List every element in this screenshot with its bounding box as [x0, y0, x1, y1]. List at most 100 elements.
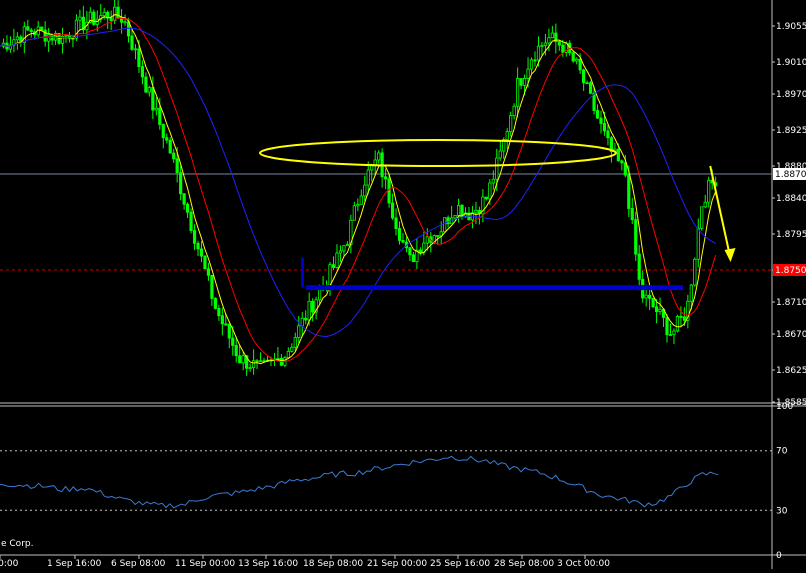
candle-body [630, 208, 634, 221]
candle-body [231, 337, 235, 346]
price-tick-label: 1.8970 [776, 90, 806, 100]
candle-body [557, 41, 561, 46]
time-tick-label: 13 Sep 16:00 [238, 559, 298, 569]
candle-body [130, 35, 134, 50]
candle-body [168, 139, 172, 154]
price-tick-label: 1.9010 [776, 58, 806, 68]
candle-body [238, 355, 242, 364]
candle-body [290, 346, 294, 352]
candle-body [602, 123, 607, 132]
candle-body [227, 323, 231, 339]
candle-body [185, 203, 190, 213]
candle-body [495, 157, 499, 180]
candle-body [696, 227, 700, 260]
candle-body [137, 48, 141, 68]
candle-body [161, 124, 165, 139]
candle-body [620, 160, 624, 164]
chart-background [0, 0, 806, 569]
candle-body [363, 184, 367, 197]
candle-body [390, 202, 395, 219]
time-tick-label: 11 Sep 00:00 [175, 559, 235, 569]
candle-body [693, 258, 697, 286]
candle-body [526, 68, 530, 79]
candle-body [547, 37, 551, 44]
candle-body [286, 350, 290, 359]
candle-body [456, 205, 461, 216]
candle-body [78, 16, 82, 21]
candle-body [394, 217, 398, 229]
candle-body [644, 294, 648, 299]
time-tick-label: 25 Sep 16:00 [430, 559, 490, 569]
candle-body [509, 115, 513, 133]
oscillator-tick-label: 0 [776, 551, 782, 561]
candle-body [578, 58, 582, 71]
candle-body [92, 11, 96, 25]
candle-body [443, 217, 447, 233]
candle-body [318, 289, 322, 301]
candle-body [516, 78, 520, 107]
time-tick-label: 18 Sep 08:00 [303, 559, 363, 569]
price-tick-label: 1.9055 [776, 22, 806, 32]
trading-chart: 1.9055 1.9010 1.8970 1.8925 1.8880 1.8840 1.87… [0, 0, 806, 569]
candle-body [498, 150, 502, 159]
current-price-label: 1.8870 [775, 170, 806, 180]
candle-body [665, 317, 669, 336]
support-line-tick [301, 257, 304, 288]
candle-body [29, 29, 33, 33]
candle-body [436, 235, 440, 237]
candle-body [158, 107, 162, 125]
marked-level-label: 1.8750 [775, 266, 806, 276]
candle-body [210, 274, 214, 299]
candle-body [418, 249, 422, 253]
candle-body [196, 242, 200, 250]
candle-body [634, 219, 638, 255]
candle-body [172, 152, 176, 160]
candle-body [592, 92, 596, 111]
candle-body [175, 158, 179, 174]
candle-body [536, 45, 541, 61]
candle-body [540, 45, 544, 47]
price-tick-label: 1.8670 [776, 330, 806, 340]
price-tick-label: 1.8840 [776, 194, 806, 204]
candle-body [401, 240, 405, 243]
candle-body [213, 298, 217, 309]
candle-body [599, 117, 603, 124]
candle-body [575, 58, 579, 62]
candle-body [411, 254, 416, 263]
candle-body [505, 131, 509, 140]
candle-body [491, 178, 495, 184]
candle-body [366, 169, 370, 186]
candle-body [474, 209, 478, 214]
candle-body [276, 357, 280, 360]
candle-body [307, 300, 311, 321]
candle-body [144, 76, 148, 93]
candle-body [255, 360, 259, 363]
candle-body [133, 48, 138, 51]
time-tick-label: 3 Oct 00:00 [557, 559, 610, 569]
price-tick-label: 1.8925 [776, 126, 806, 136]
support-line [306, 285, 683, 291]
candle-body [529, 59, 534, 70]
candle-body [252, 360, 256, 369]
candle-body [582, 69, 586, 84]
candle-body [64, 34, 68, 37]
candle-body [519, 78, 523, 86]
candle-body [248, 367, 252, 370]
candle-body [182, 193, 186, 205]
candle-body [387, 178, 391, 204]
candle-body [707, 179, 711, 203]
candle-body [220, 315, 224, 325]
time-tick-label: Aug 00:00 [0, 559, 19, 569]
candle-body [206, 268, 211, 276]
candle-body [26, 26, 30, 31]
candle-body [140, 66, 145, 78]
candle-body [672, 330, 676, 335]
candle-body [616, 148, 620, 162]
copyright-label: e Corp. [1, 539, 33, 549]
candle-body [356, 203, 360, 207]
candle-body [192, 230, 197, 244]
candle-body [199, 248, 204, 257]
candle-body [446, 217, 450, 225]
candle-body [123, 21, 127, 24]
candle-body [425, 236, 429, 244]
